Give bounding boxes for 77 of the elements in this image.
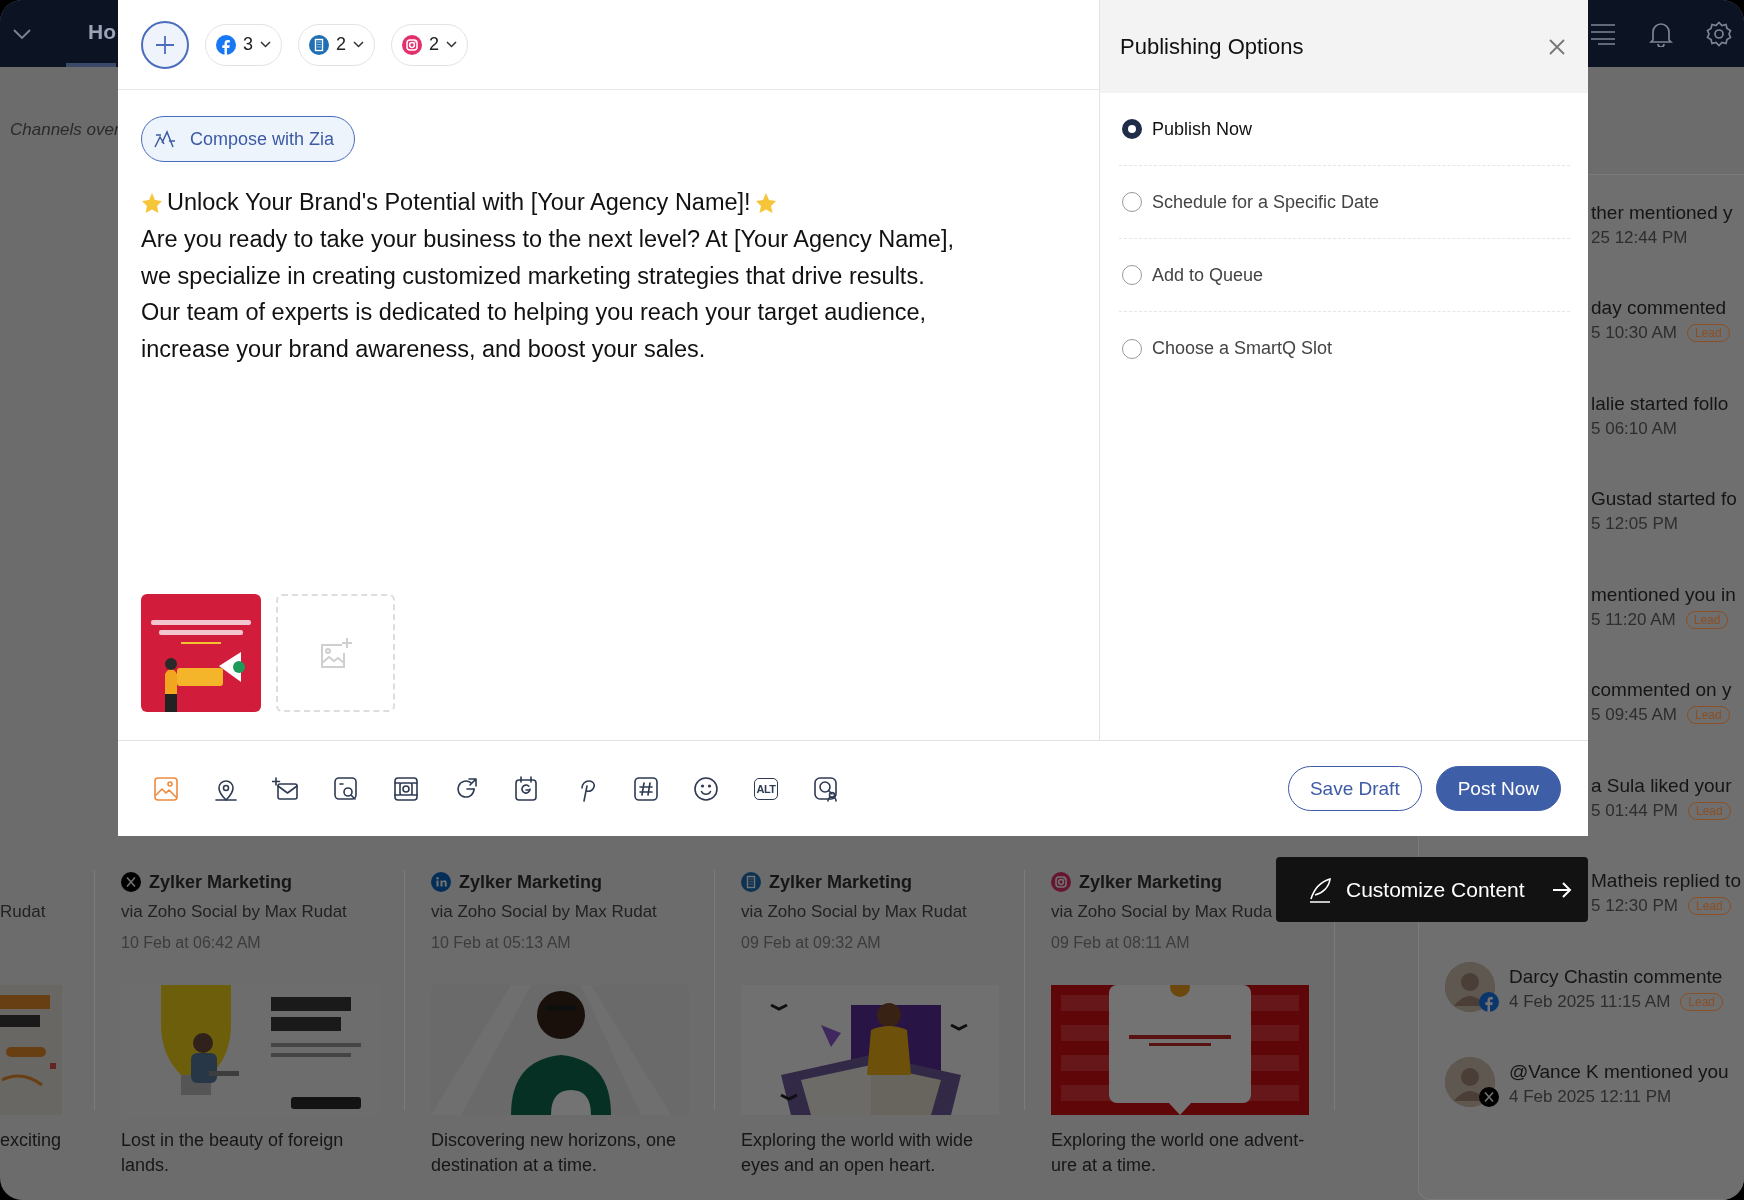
option-label: Publish Now: [1152, 118, 1253, 140]
activity-time: 5 10:30 AM: [1591, 323, 1677, 344]
account-name: Zylker Marketing: [1079, 871, 1223, 893]
post-source: via Zoho Social by Max Rudat: [121, 902, 348, 923]
account-name: Zylker Marketing: [769, 871, 913, 893]
add-button[interactable]: [141, 20, 189, 69]
activity-text: Gustad started fo: [1591, 487, 1737, 512]
post-source: via Zoho Social by Max Ruda: [1051, 902, 1274, 923]
activity-text: ther mentioned y: [1591, 200, 1733, 225]
channel-selector[interactable]: 2: [391, 23, 469, 66]
x-logo-icon: [1479, 1087, 1499, 1108]
save-draft-button[interactable]: Save Draft: [1287, 766, 1422, 811]
glowing-star-icon: [754, 191, 777, 214]
post-caption: Lost in the beauty of foreign lands.: [121, 1129, 345, 1177]
option-label: Add to Queue: [1152, 264, 1264, 286]
plus-icon: [154, 33, 176, 56]
activity-time: 4 Feb 2025 12:11 PM: [1509, 1087, 1672, 1108]
bell-icon[interactable]: [1649, 20, 1673, 47]
post-caption: Discovering new horizons, one destination at a time.: [431, 1129, 678, 1177]
tooltip-text: Customize Content: [1346, 877, 1526, 902]
post-source: via Zoho Social by Max Rudat: [431, 902, 658, 923]
x-logo-icon: [121, 872, 141, 892]
account-name: Zylker Marketing: [149, 871, 293, 893]
close-icon[interactable]: [1548, 37, 1566, 56]
arrow-right-icon: [1552, 880, 1572, 899]
chevron-down-icon: [353, 41, 365, 48]
channel-selector[interactable]: 3: [205, 23, 282, 66]
activity-text: day commented: [1591, 296, 1728, 321]
feather-pen-icon: [1308, 876, 1332, 903]
activity-time: 5 09:45 AM: [1591, 705, 1677, 726]
activity-time: 5 11:20 AM: [1591, 609, 1676, 630]
activity-time: 25 12:44 PM: [1591, 227, 1688, 248]
avatar: [1445, 1057, 1495, 1108]
activity-time: 4 Feb 2025 11:15 AM: [1509, 991, 1671, 1012]
menu-icon[interactable]: [1590, 22, 1616, 45]
activity-text: mentioned you in: [1591, 582, 1736, 607]
post-source: via Zoho Social by Max Rudat: [741, 902, 968, 923]
post-button[interactable]: Post Now: [1435, 766, 1561, 811]
facebook-icon: [216, 34, 236, 55]
post-source: Rudat: [0, 902, 47, 923]
activity-text: lalie started follo: [1591, 391, 1729, 416]
channel-selector[interactable]: 2: [298, 23, 376, 66]
tooltip[interactable]: Customize Content: [1276, 857, 1588, 922]
facebook-icon: [1479, 991, 1499, 1012]
account-name: Zylker Marketing: [459, 871, 603, 893]
instagram-icon: [402, 34, 423, 55]
instagram-icon: [1051, 872, 1071, 892]
activity-text: a Sula liked your: [1591, 773, 1732, 798]
post-caption: Exploring the world with wide eyes and an open heart.: [741, 1129, 975, 1177]
settings-icon[interactable]: [1706, 20, 1732, 47]
glowing-star-icon: [141, 191, 163, 214]
radio-button[interactable]: [1122, 119, 1142, 139]
option-label: Choose a SmartQ Slot: [1152, 338, 1333, 359]
chevron-down-icon: [12, 27, 32, 40]
building-icon: [309, 34, 329, 55]
chevron-down-icon: [446, 41, 458, 48]
post-text: Are you ready to take your business to the next level? At [Your Agency Name], we specialize in creating customized marketing strategies that drive results. Our team of experts is dedicated to helping you reach your target audience, increase your brand awareness, and boost your sales.: [141, 225, 955, 364]
activity-time: 5 12:05 PM: [1591, 514, 1678, 535]
chevron-down-icon: [260, 41, 271, 48]
post-caption: Exploring the world one advent- ure at a time.: [1051, 1129, 1306, 1177]
activity-time: 5 06:10 AM: [1591, 418, 1677, 439]
panel-title: Publishing Options: [1120, 33, 1304, 60]
linkedin-icon: [431, 872, 451, 892]
avatar: [1445, 961, 1495, 1012]
activity-text: @Vance K mentioned you: [1509, 1060, 1729, 1085]
section-heading: Channels over: [10, 120, 120, 139]
option-label: Schedule for a Specific Date: [1152, 191, 1380, 213]
activity-text: Matheis replied to: [1591, 869, 1741, 894]
mountain-sketch-icon: [154, 129, 178, 149]
compose-button[interactable]: Compose with Zia: [141, 116, 356, 162]
activity-time: 5 01:44 PM: [1591, 800, 1678, 821]
activity-text: commented on y: [1591, 678, 1732, 703]
building-icon: [741, 872, 761, 892]
post-caption: exciting: [0, 1129, 63, 1152]
activity-text: Darcy Chastin commente: [1509, 964, 1723, 989]
activity-time: 5 12:30 PM: [1591, 896, 1678, 917]
post-title: Unlock Your Brand's Potential with [Your Agency Name]!: [167, 189, 751, 216]
